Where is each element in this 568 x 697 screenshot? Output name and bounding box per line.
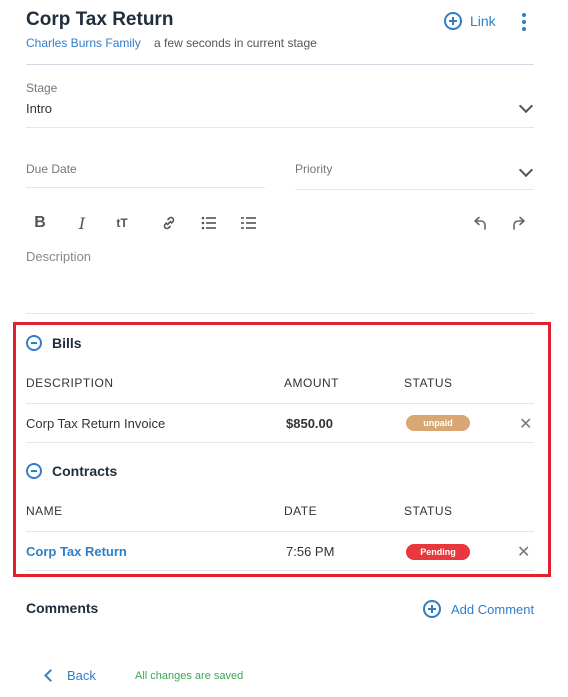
bullet-list-icon[interactable] (200, 213, 218, 233)
save-status: All changes are saved (135, 670, 244, 682)
link-icon[interactable] (160, 213, 178, 233)
contracts-section-header[interactable]: Contracts (26, 463, 117, 479)
divider (26, 127, 534, 128)
column-header: STATUS (404, 376, 453, 390)
link-label: Link (470, 13, 496, 29)
back-button[interactable]: Back (44, 668, 96, 683)
contract-link[interactable]: Corp Tax Return (26, 544, 127, 559)
status-badge: Pending (406, 544, 470, 560)
add-comment-label: Add Comment (451, 601, 535, 617)
client-link[interactable]: Charles Burns Family (26, 36, 141, 50)
collapse-icon[interactable] (26, 463, 42, 479)
bills-section-header[interactable]: Bills (26, 335, 82, 351)
plus-circle-icon (423, 600, 441, 618)
divider (26, 313, 534, 314)
divider (26, 531, 534, 532)
chevron-left-icon (44, 669, 57, 682)
column-header: STATUS (404, 504, 453, 518)
chevron-down-icon[interactable] (518, 98, 534, 114)
header-divider (26, 64, 534, 65)
text-size-icon[interactable]: tT (112, 213, 132, 233)
comments-heading: Comments (26, 600, 99, 616)
column-header: DESCRIPTION (26, 376, 114, 390)
column-header: AMOUNT (284, 376, 339, 390)
redo-icon[interactable] (511, 213, 527, 233)
description-editor[interactable]: Description (26, 249, 91, 264)
bold-icon[interactable]: B (32, 213, 48, 233)
divider (295, 189, 534, 190)
highlight-box (13, 322, 551, 577)
bill-description: Corp Tax Return Invoice (26, 416, 166, 431)
subtitle: Charles Burns Family a few seconds in cu… (26, 36, 317, 50)
add-comment-button[interactable]: Add Comment (423, 600, 534, 618)
priority-select[interactable]: Priority (295, 162, 332, 176)
remove-bill-icon[interactable]: ✕ (519, 414, 532, 434)
collapse-icon[interactable] (26, 335, 42, 351)
more-menu-icon[interactable] (518, 13, 530, 33)
remove-contract-icon[interactable]: ✕ (517, 542, 530, 562)
link-button[interactable]: Link (444, 12, 496, 30)
undo-icon[interactable] (472, 213, 488, 233)
divider (26, 442, 534, 443)
page-title: Corp Tax Return (26, 9, 174, 30)
bill-amount: $850.00 (286, 416, 333, 431)
divider (26, 403, 534, 404)
plus-circle-icon (444, 12, 462, 30)
italic-icon[interactable]: I (74, 213, 90, 233)
divider (26, 570, 534, 571)
due-date-field[interactable]: Due Date (26, 162, 77, 176)
column-header: DATE (284, 504, 318, 518)
stage-select[interactable]: Intro (26, 101, 52, 116)
numbered-list-icon[interactable] (240, 213, 258, 233)
stage-time: a few seconds in current stage (154, 36, 317, 50)
back-label: Back (67, 668, 96, 683)
chevron-down-icon[interactable] (518, 162, 534, 178)
bills-heading: Bills (52, 335, 82, 351)
contract-date: 7:56 PM (286, 544, 335, 559)
stage-label: Stage (26, 81, 58, 95)
column-header: NAME (26, 504, 63, 518)
divider (26, 187, 265, 188)
contracts-heading: Contracts (52, 463, 118, 479)
status-badge: unpaid (406, 415, 470, 431)
